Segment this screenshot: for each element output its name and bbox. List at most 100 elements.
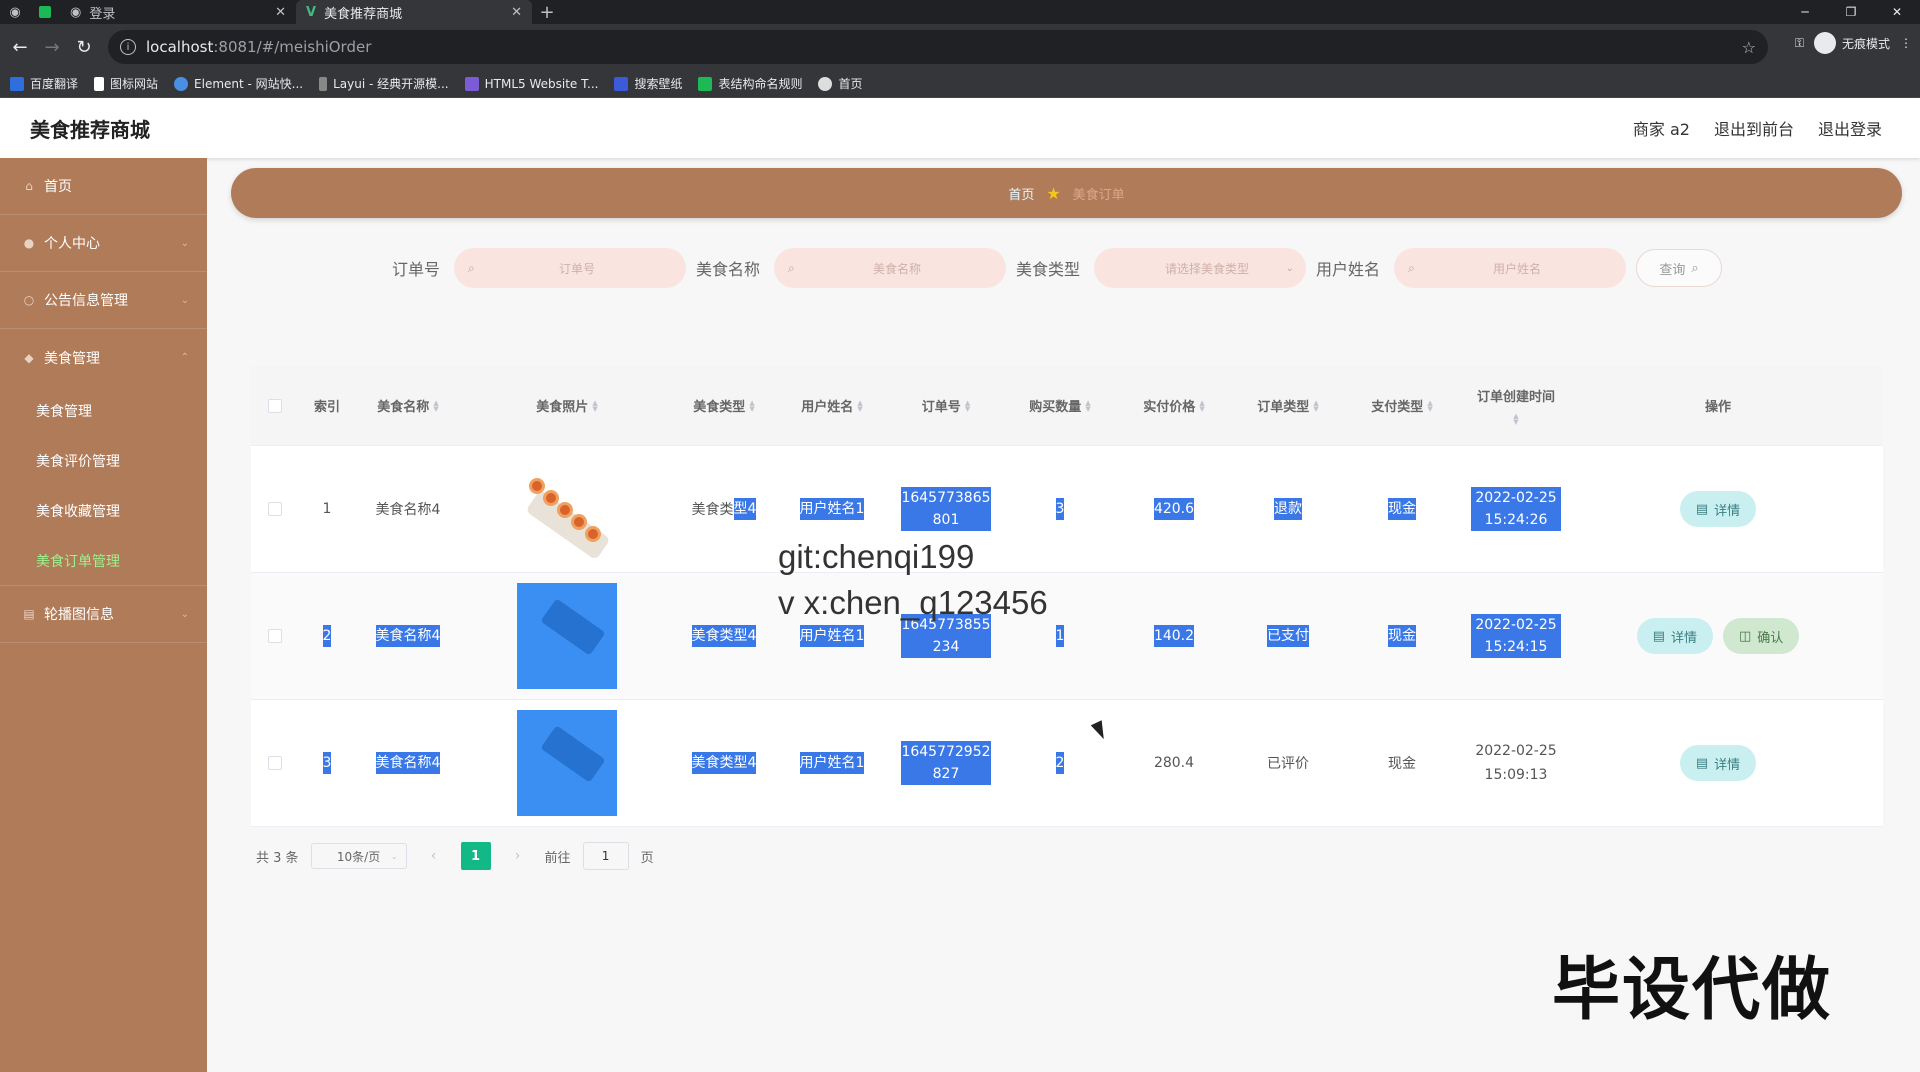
sort-icon[interactable]: ▲ ▼: [857, 399, 862, 412]
price-text: 140.2: [1153, 625, 1195, 647]
sidebar-item-food[interactable]: ◆ 美食管理 ⌃: [0, 329, 207, 386]
address-bar[interactable]: i localhost:8081/#/meishiOrder ☆: [108, 30, 1768, 64]
sort-icon[interactable]: ▲ ▼: [592, 399, 597, 412]
row-checkbox[interactable]: [268, 502, 282, 516]
cell-order-no: 1645772952827: [889, 700, 1003, 826]
select-all-checkbox[interactable]: [268, 398, 282, 413]
bookmark-label: 搜索壁纸: [634, 77, 683, 91]
sidebar-sub-food-manage[interactable]: 美食管理: [0, 386, 207, 436]
incognito-indicator[interactable]: 无痕模式: [1813, 32, 1890, 54]
sort-icon[interactable]: ▲ ▼: [965, 399, 970, 412]
bookmark-item[interactable]: 图标网站: [94, 75, 158, 92]
food-name-input[interactable]: ⌕ 美食名称: [774, 248, 1007, 288]
detail-button[interactable]: ▤ 详情: [1679, 745, 1757, 781]
more-icon[interactable]: ⋮: [1900, 36, 1912, 50]
row-checkbox[interactable]: [268, 756, 282, 770]
col-created[interactable]: 订单创建时间 ▲ ▼: [1459, 366, 1573, 445]
logout-link[interactable]: 退出登录: [1818, 116, 1882, 140]
cell-price: 140.2: [1117, 573, 1231, 699]
sort-icon[interactable]: ▲ ▼: [1513, 413, 1518, 426]
cell-index: 1: [322, 501, 332, 517]
sidebar-sub-food-review[interactable]: 美食评价管理: [0, 436, 207, 486]
detail-button[interactable]: ▤ 详情: [1636, 618, 1713, 654]
sidebar-item-carousel[interactable]: ▤ 轮播图信息 ⌄: [0, 586, 207, 643]
key-icon[interactable]: ⚿: [1795, 36, 1804, 51]
close-icon[interactable]: ✕: [275, 5, 286, 20]
sort-icon[interactable]: ▲ ▼: [1199, 399, 1204, 412]
cell-index: 2: [299, 573, 355, 699]
sidebar-item-notice[interactable]: ○ 公告信息管理 ⌄: [0, 272, 207, 329]
bookmark-item[interactable]: Layui - 经典开源模...: [319, 75, 449, 92]
pay-type-text: 现金: [1388, 498, 1416, 520]
order-no-placeholder: 订单号: [559, 261, 596, 276]
detail-button[interactable]: ▤ 详情: [1679, 491, 1757, 527]
bookmark-item[interactable]: 表结构命名规则: [698, 75, 802, 92]
restore-icon[interactable]: ❐: [1828, 0, 1874, 24]
col-price[interactable]: 实付价格 ▲ ▼: [1117, 366, 1231, 445]
food-type-select[interactable]: 请选择美食类型 ⌄: [1094, 248, 1307, 288]
order-no-input[interactable]: ⌕ 订单号: [454, 248, 687, 288]
back-icon[interactable]: ←: [4, 31, 36, 63]
bookmark-label: Element - 网站快...: [194, 77, 304, 91]
sidebar-item-home[interactable]: ⌂ 首页: [0, 158, 207, 215]
breadcrumb-current: 美食订单: [1072, 187, 1125, 203]
pay-type-text: 现金: [1388, 625, 1416, 647]
bookmark-item[interactable]: HTML5 Website T...: [464, 76, 598, 91]
sort-icon[interactable]: ▲ ▼: [433, 399, 438, 412]
sort-icon[interactable]: ▲ ▼: [1427, 399, 1432, 412]
row-select-cell: [251, 573, 299, 699]
tab-login[interactable]: ◉ 登录 ✕: [60, 0, 296, 24]
bookmark-item[interactable]: 首页: [818, 75, 863, 92]
confirm-button[interactable]: ◫ 确认: [1723, 618, 1800, 654]
sidebar-item-profile[interactable]: ● 个人中心 ⌄: [0, 215, 207, 272]
prev-page-icon[interactable]: ‹: [419, 848, 449, 864]
bookmark-item[interactable]: 搜索壁纸: [614, 75, 682, 92]
breadcrumb-home[interactable]: 首页: [1008, 184, 1034, 203]
forward-icon[interactable]: →: [36, 31, 68, 63]
page-number-active[interactable]: 1: [460, 842, 491, 870]
col-label: 用户姓名: [801, 400, 854, 415]
sort-icon[interactable]: ▲ ▼: [749, 399, 754, 412]
reload-icon[interactable]: ↻: [68, 31, 100, 63]
col-label: 美食名称: [377, 400, 430, 415]
cell-actions: ▤ 详情: [1573, 446, 1863, 572]
col-food-photo[interactable]: 美食照片 ▲ ▼: [461, 366, 673, 445]
sort-icon[interactable]: ▲ ▼: [1313, 399, 1318, 412]
new-tab-button[interactable]: +: [532, 0, 562, 24]
next-page-icon[interactable]: ›: [503, 848, 533, 864]
pinned-tab-icon[interactable]: [30, 0, 60, 24]
row-checkbox[interactable]: [268, 629, 282, 643]
sidebar-sub-food-favorite[interactable]: 美食收藏管理: [0, 486, 207, 536]
cell-food-name: 美食名称4: [355, 700, 461, 826]
user-name-input[interactable]: ⌕ 用户姓名: [1394, 248, 1627, 288]
sidebar-sub-food-order[interactable]: 美食订单管理: [0, 536, 207, 586]
col-quantity[interactable]: 购买数量 ▲ ▼: [1003, 366, 1117, 445]
col-food-name[interactable]: 美食名称 ▲ ▼: [355, 366, 461, 445]
sort-icon[interactable]: ▲ ▼: [1085, 399, 1090, 412]
bookmark-item[interactable]: Element - 网站快...: [174, 75, 303, 92]
close-window-icon[interactable]: ✕: [1874, 0, 1920, 24]
col-pay-type[interactable]: 支付类型 ▲ ▼: [1345, 366, 1459, 445]
query-button[interactable]: 查询 ⌕: [1636, 249, 1723, 287]
tab-active[interactable]: V 美食推荐商城 ✕: [296, 0, 532, 24]
info-icon[interactable]: i: [120, 39, 136, 55]
bookmark-star-icon[interactable]: ☆: [1742, 38, 1756, 57]
col-user-name[interactable]: 用户姓名 ▲ ▼: [775, 366, 889, 445]
close-icon[interactable]: ✕: [511, 5, 522, 20]
created-text: 2022-02-25 15:09:13: [1475, 743, 1557, 783]
page-size-select[interactable]: 10条/页 ⌄: [310, 843, 407, 869]
col-order-no[interactable]: 订单号 ▲ ▼: [889, 366, 1003, 445]
cell-food-type: 美食类型4: [673, 700, 775, 826]
goto-page-input[interactable]: 1: [582, 842, 629, 870]
sidebar-item-label: 个人中心: [44, 236, 100, 252]
bookmark-item[interactable]: 百度翻译: [10, 75, 78, 92]
back-to-front-link[interactable]: 退出到前台: [1714, 116, 1794, 140]
cell-food-photo: [461, 446, 673, 572]
browser-menu-icon[interactable]: ◉: [0, 0, 30, 24]
food-type-part: 美食类: [691, 502, 734, 518]
user-name-placeholder: 用户姓名: [1493, 261, 1542, 276]
cell-quantity: 2: [1003, 700, 1117, 826]
col-order-type[interactable]: 订单类型 ▲ ▼: [1231, 366, 1345, 445]
col-food-type[interactable]: 美食类型 ▲ ▼: [673, 366, 775, 445]
minimize-icon[interactable]: ─: [1782, 0, 1828, 24]
